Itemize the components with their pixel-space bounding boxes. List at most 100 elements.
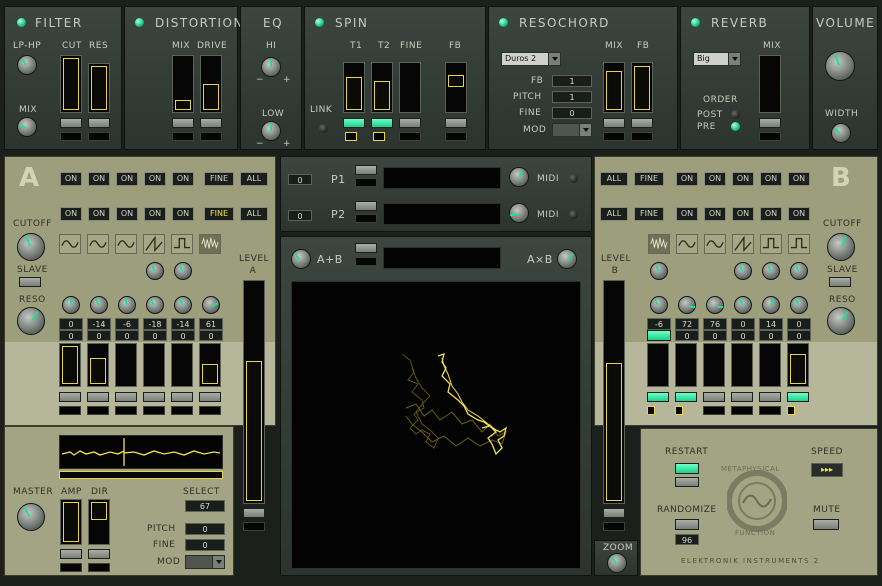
osc-b-cutoff-knob[interactable] bbox=[827, 233, 855, 261]
osc-b-fader-3[interactable] bbox=[703, 343, 725, 387]
cut-fader[interactable] bbox=[60, 55, 82, 113]
osc-a-sub-3[interactable]: 0 bbox=[115, 330, 139, 341]
dist-mix-fader[interactable] bbox=[172, 55, 194, 113]
osc-a-wave-knob-4[interactable] bbox=[146, 262, 164, 280]
p1-up-button[interactable] bbox=[355, 165, 377, 175]
osc-b-r2-btn-fine[interactable]: FINE bbox=[634, 207, 664, 221]
master-mod-select[interactable] bbox=[185, 555, 225, 569]
dist-drive-fader[interactable] bbox=[200, 55, 222, 113]
osc-a-mod-6[interactable] bbox=[199, 392, 221, 402]
distortion-power-led[interactable] bbox=[135, 18, 144, 27]
osc-b-mod-1[interactable] bbox=[647, 392, 669, 402]
osc-b-r1-btn-fine[interactable]: FINE bbox=[634, 172, 664, 186]
speed-display[interactable]: ▸▸▸ bbox=[811, 463, 843, 477]
osc-b-sub-4[interactable]: 0 bbox=[731, 330, 755, 341]
sine-wave-icon[interactable] bbox=[704, 234, 726, 254]
reso-fine-value[interactable]: 0 bbox=[552, 107, 592, 119]
osc-a-value-2[interactable]: -14 bbox=[87, 318, 111, 330]
spin-link-led[interactable] bbox=[319, 124, 328, 133]
dist-mix-mod-button[interactable] bbox=[172, 118, 194, 128]
reso-fb-fader[interactable] bbox=[631, 62, 653, 113]
mute-button[interactable] bbox=[813, 519, 839, 530]
osc-a-r2-btn-4[interactable]: ON bbox=[144, 207, 166, 221]
osc-a-r1-btn-2[interactable]: ON bbox=[88, 172, 110, 186]
reverb-power-led[interactable] bbox=[691, 18, 700, 27]
osc-b-mod-5[interactable] bbox=[759, 392, 781, 402]
resochord-preset-select[interactable]: Duros 2 bbox=[501, 52, 561, 66]
osc-a-r1-btn-fine[interactable]: FINE bbox=[204, 172, 234, 186]
osc-b-mod-2[interactable] bbox=[675, 392, 697, 402]
osc-a-fader-1[interactable] bbox=[59, 343, 81, 387]
osc-a-wave-knob-5[interactable] bbox=[174, 262, 192, 280]
sine-wave-icon[interactable] bbox=[87, 234, 109, 254]
osc-a-knob-6[interactable] bbox=[202, 296, 220, 314]
osc-a-fader-3[interactable] bbox=[115, 343, 137, 387]
spin-t1-sync-button[interactable] bbox=[343, 118, 365, 128]
osc-b-r2-btn-4[interactable]: ON bbox=[760, 207, 782, 221]
reso-fb-button[interactable] bbox=[631, 118, 653, 128]
sine-wave-icon[interactable] bbox=[59, 234, 81, 254]
osc-a-fader-6[interactable] bbox=[199, 343, 221, 387]
sine-wave-icon[interactable] bbox=[676, 234, 698, 254]
cut-mod-button[interactable] bbox=[60, 118, 82, 128]
width-knob[interactable] bbox=[831, 123, 851, 143]
osc-a-r1-btn-all[interactable]: ALL bbox=[240, 172, 268, 186]
osc-a-reso-knob[interactable] bbox=[17, 307, 45, 335]
osc-a-r2-btn-3[interactable]: ON bbox=[116, 207, 138, 221]
select-value[interactable]: 67 bbox=[185, 500, 225, 512]
sine-wave-icon[interactable] bbox=[115, 234, 137, 254]
master-pitch-value[interactable]: 0 bbox=[185, 523, 225, 535]
noise-wave-icon[interactable] bbox=[648, 234, 670, 254]
reso-mix-button[interactable] bbox=[603, 118, 625, 128]
reverb-preset-select[interactable]: Big bbox=[693, 52, 741, 66]
restart-button[interactable] bbox=[675, 463, 699, 474]
osc-a-r2-btn-all[interactable]: ALL bbox=[240, 207, 268, 221]
osc-a-r2-btn-fine[interactable]: FINE bbox=[204, 207, 234, 221]
spin-power-led[interactable] bbox=[315, 18, 324, 27]
osc-b-slave-button[interactable] bbox=[829, 277, 851, 287]
square-wave-icon[interactable] bbox=[760, 234, 782, 254]
volume-knob[interactable] bbox=[825, 51, 855, 81]
osc-b-r1-btn-2[interactable]: ON bbox=[704, 172, 726, 186]
osc-b-knob-1[interactable] bbox=[650, 296, 668, 314]
osc-b-mod-3[interactable] bbox=[703, 392, 725, 402]
eq-hi-knob[interactable] bbox=[261, 57, 281, 77]
osc-b-r1-btn-all[interactable]: ALL bbox=[600, 172, 628, 186]
osc-b-fader-4[interactable] bbox=[731, 343, 753, 387]
osc-b-wave-knob-6[interactable] bbox=[790, 262, 808, 280]
osc-a-knob-5[interactable] bbox=[174, 296, 192, 314]
randomize-button[interactable] bbox=[675, 519, 699, 530]
osc-a-value-4[interactable]: -18 bbox=[143, 318, 167, 330]
osc-b-mod-6[interactable] bbox=[787, 392, 809, 402]
osc-a-r2-btn-1[interactable]: ON bbox=[60, 207, 82, 221]
osc-b-fader-2[interactable] bbox=[675, 343, 697, 387]
filter-mix-knob[interactable] bbox=[17, 117, 37, 137]
osc-a-knob-1[interactable] bbox=[62, 296, 80, 314]
osc-b-mod-4[interactable] bbox=[731, 392, 753, 402]
osc-b-sub-5[interactable]: 0 bbox=[759, 330, 783, 341]
osc-b-wave-knob-5[interactable] bbox=[762, 262, 780, 280]
osc-b-knob-6[interactable] bbox=[790, 296, 808, 314]
level-b-fader[interactable] bbox=[603, 280, 625, 504]
osc-a-knob-3[interactable] bbox=[118, 296, 136, 314]
reso-mix-fader[interactable] bbox=[603, 62, 625, 113]
a-times-b-knob[interactable] bbox=[557, 249, 577, 269]
osc-a-value-5[interactable]: -14 bbox=[171, 318, 195, 330]
osc-b-sub-6[interactable]: 0 bbox=[787, 330, 811, 341]
osc-a-mod-2[interactable] bbox=[87, 392, 109, 402]
osc-b-wave-knob-1[interactable] bbox=[650, 262, 668, 280]
osc-a-sub-5[interactable]: 0 bbox=[171, 330, 195, 341]
osc-b-value-6[interactable]: 0 bbox=[787, 318, 811, 330]
osc-b-fader-6[interactable] bbox=[787, 343, 809, 387]
osc-b-r2-btn-5[interactable]: ON bbox=[788, 207, 810, 221]
osc-a-fader-4[interactable] bbox=[143, 343, 165, 387]
osc-b-r2-btn-2[interactable]: ON bbox=[704, 207, 726, 221]
p2-knob[interactable] bbox=[509, 203, 529, 223]
osc-b-r1-btn-1[interactable]: ON bbox=[676, 172, 698, 186]
spin-t1-fader[interactable] bbox=[343, 62, 365, 113]
p2-up-button[interactable] bbox=[355, 201, 377, 211]
osc-b-sub-1[interactable] bbox=[647, 330, 671, 341]
osc-b-value-4[interactable]: 0 bbox=[731, 318, 755, 330]
master-knob[interactable] bbox=[17, 503, 45, 531]
osc-b-reso-knob[interactable] bbox=[827, 307, 855, 335]
